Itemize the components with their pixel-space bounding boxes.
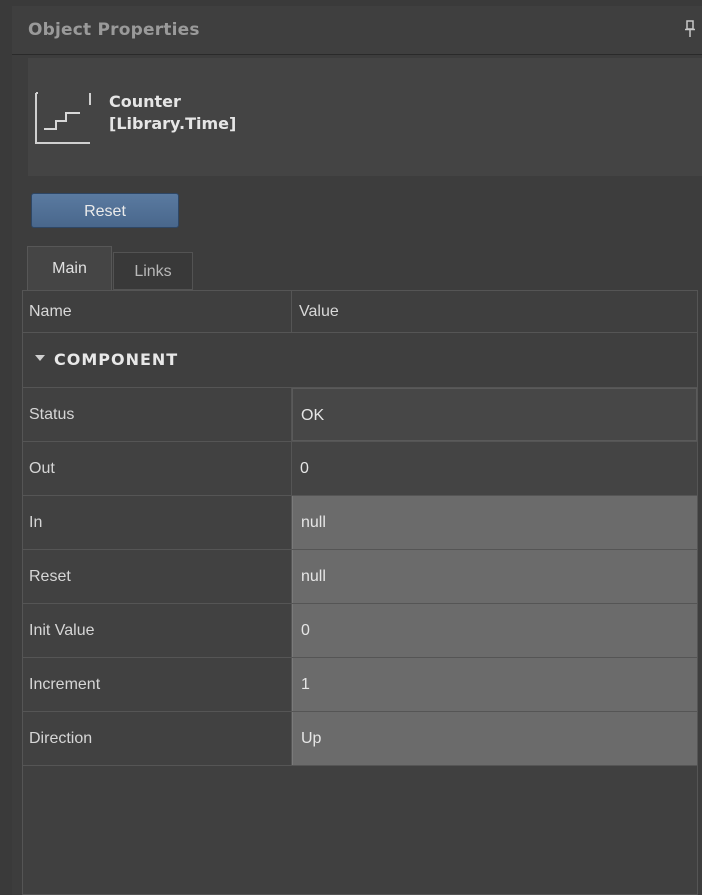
property-name: Increment bbox=[23, 658, 292, 711]
category-label: COMPONENT bbox=[54, 350, 179, 369]
property-value-input[interactable]: Up bbox=[292, 712, 697, 765]
property-name: Out bbox=[23, 442, 292, 495]
object-type: [Library.Time] bbox=[109, 114, 237, 133]
property-value: OK bbox=[292, 388, 697, 441]
property-name: In bbox=[23, 496, 292, 549]
property-value-input[interactable]: null bbox=[292, 550, 697, 603]
panel-titlebar: Object Properties bbox=[12, 6, 702, 55]
reset-button[interactable]: Reset bbox=[31, 193, 179, 228]
grid-header: Name Value bbox=[23, 291, 697, 333]
property-row-reset[interactable]: Reset null bbox=[23, 550, 697, 604]
property-name: Status bbox=[23, 388, 292, 441]
tab-links[interactable]: Links bbox=[113, 252, 193, 290]
property-row-increment[interactable]: Increment 1 bbox=[23, 658, 697, 712]
property-name: Direction bbox=[23, 712, 292, 765]
property-name: Reset bbox=[23, 550, 292, 603]
property-value: 0 bbox=[292, 442, 697, 495]
object-header: Counter [Library.Time] bbox=[28, 58, 702, 176]
tab-main[interactable]: Main bbox=[27, 246, 112, 291]
collapse-arrow-icon[interactable] bbox=[35, 355, 45, 361]
column-header-value[interactable]: Value bbox=[299, 291, 339, 332]
property-row-in[interactable]: In null bbox=[23, 496, 697, 550]
column-header-name[interactable]: Name bbox=[29, 291, 72, 332]
panel-title: Object Properties bbox=[28, 20, 200, 40]
category-component[interactable]: COMPONENT bbox=[23, 333, 697, 388]
property-value-input[interactable]: 1 bbox=[292, 658, 697, 711]
step-counter-icon bbox=[34, 91, 92, 145]
pin-icon[interactable] bbox=[684, 20, 696, 38]
property-value-input[interactable]: 0 bbox=[292, 604, 697, 657]
object-properties-panel: Object Properties Counter [Library.Time]… bbox=[12, 6, 702, 895]
property-row-init-value[interactable]: Init Value 0 bbox=[23, 604, 697, 658]
property-row-out[interactable]: Out 0 bbox=[23, 442, 697, 496]
property-name: Init Value bbox=[23, 604, 292, 657]
column-divider[interactable] bbox=[291, 291, 292, 332]
property-grid: Name Value COMPONENT Status OK Out 0 In … bbox=[22, 290, 698, 895]
property-value-input[interactable]: null bbox=[292, 496, 697, 549]
property-row-status[interactable]: Status OK bbox=[23, 388, 697, 442]
object-name: Counter bbox=[109, 92, 181, 111]
property-row-direction[interactable]: Direction Up bbox=[23, 712, 697, 766]
